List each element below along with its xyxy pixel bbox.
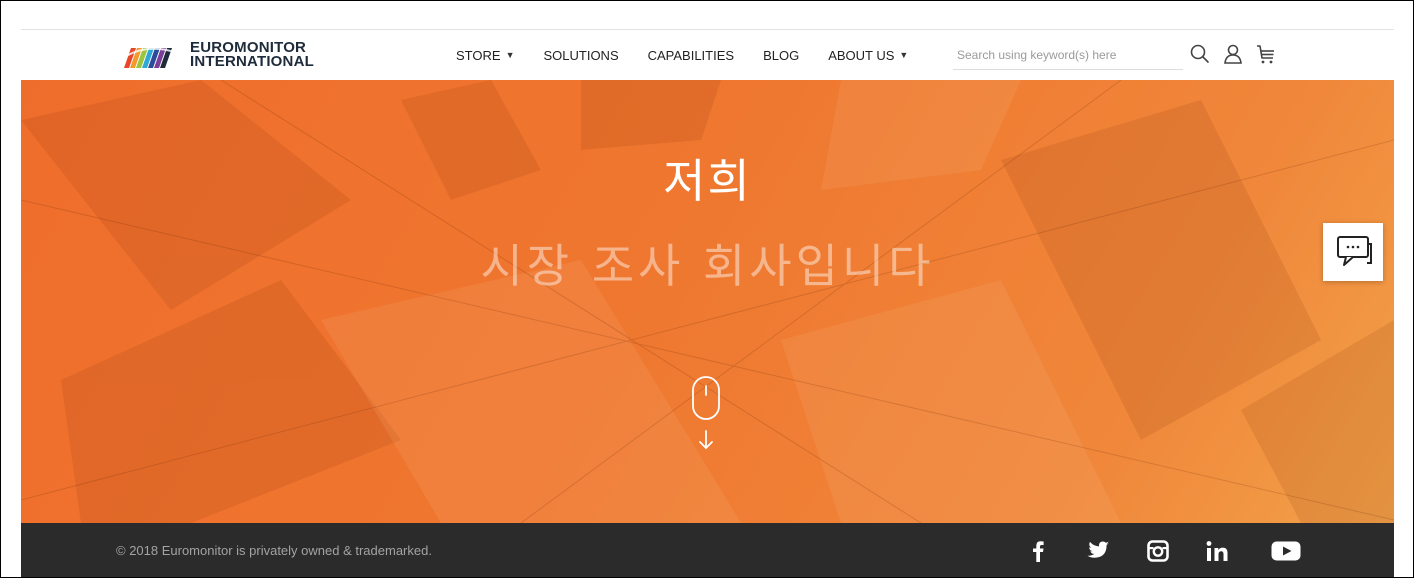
linkedin-icon[interactable] — [1204, 539, 1232, 563]
nav-capabilities-label: CAPABILITIES — [647, 47, 735, 63]
nav-blog-label: BLOG — [763, 47, 800, 63]
brand-logo[interactable]: EUROMONITOR INTERNATIONAL — [124, 39, 314, 71]
chevron-down-icon: ▼ — [899, 50, 909, 60]
nav-store-label: STORE — [456, 47, 501, 63]
twitter-icon[interactable] — [1085, 539, 1111, 563]
nav-about-us[interactable]: ABOUT US ▼ — [828, 48, 908, 63]
mouse-scroll-down-icon[interactable] — [686, 375, 726, 460]
search-icon[interactable] — [1188, 42, 1212, 66]
cart-icon[interactable] — [1254, 42, 1278, 66]
hero-title: 저희 — [663, 154, 752, 208]
nav-solutions-label: SOLUTIONS — [543, 47, 619, 63]
nav-capabilities[interactable]: CAPABILITIES — [648, 48, 734, 63]
search-input[interactable] — [953, 41, 1183, 70]
chat-widget-button[interactable] — [1323, 223, 1383, 281]
chat-bubble-icon — [1337, 236, 1372, 266]
hero-banner: 저희 시장 조사 회사입니다 — [21, 80, 1394, 523]
nav-solutions[interactable]: SOLUTIONS — [543, 48, 618, 63]
brand-name-line2: INTERNATIONAL — [190, 53, 314, 70]
nav-blog[interactable]: BLOG — [763, 48, 799, 63]
facebook-icon[interactable] — [1029, 539, 1047, 563]
site-header: EUROMONITOR INTERNATIONAL STORE ▼ SOLUTI… — [21, 30, 1394, 80]
site-footer: © 2018 Euromonitor is privately owned & … — [21, 523, 1394, 577]
instagram-icon[interactable] — [1146, 539, 1170, 563]
rainbow-stripes-logo-icon — [124, 42, 186, 68]
hero-subtitle: 시장 조사 회사입니다 — [480, 239, 935, 293]
youtube-icon[interactable] — [1271, 539, 1301, 563]
nav-about-us-label: ABOUT US — [828, 47, 895, 63]
brand-name: EUROMONITOR INTERNATIONAL — [190, 40, 314, 70]
user-icon[interactable] — [1221, 42, 1245, 66]
copyright-text: © 2018 Euromonitor is privately owned & … — [116, 543, 432, 558]
nav-store[interactable]: STORE ▼ — [456, 48, 514, 63]
main-nav: STORE ▼ SOLUTIONS CAPABILITIES BLOG ABOU… — [456, 30, 937, 80]
chevron-down-icon: ▼ — [505, 50, 515, 60]
browser-viewport: EUROMONITOR INTERNATIONAL STORE ▼ SOLUTI… — [0, 0, 1414, 578]
